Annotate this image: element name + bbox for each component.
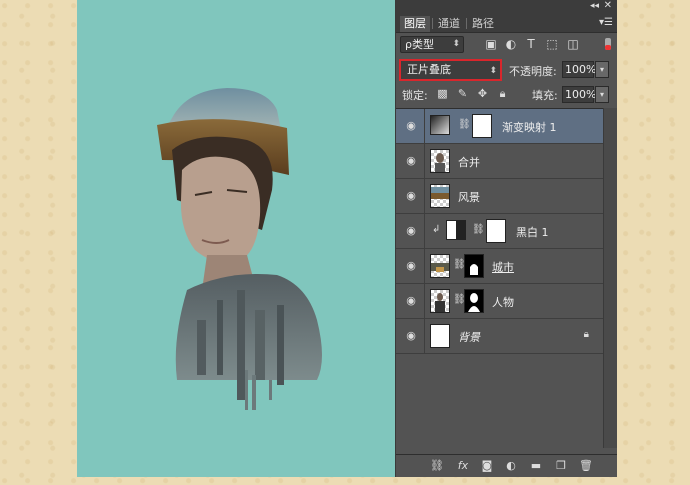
panel-top-strip: ◂◂ ✕	[396, 0, 617, 14]
layer-row[interactable]: ◉ ⛓ 城市	[396, 249, 604, 284]
tab-divider	[466, 18, 467, 29]
eye-column-divider	[424, 179, 425, 214]
filter-kind-select[interactable]: ρ类型 ⬍	[400, 36, 464, 53]
layer-row[interactable]: ◉ ⛓ 渐变映射 1	[396, 109, 604, 144]
layers-bottom-toolbar: ⛓ fx ◙ ◐ ▬ ❐ 🗑︎	[396, 454, 617, 477]
blend-mode-select[interactable]: 正片叠底 ⬍	[399, 59, 502, 81]
layer-name[interactable]: 渐变映射 1	[502, 119, 557, 135]
tab-channels[interactable]: 通道	[434, 16, 464, 32]
type-filter-icon[interactable]: T	[524, 37, 538, 51]
layer-row[interactable]: ◉ 风景	[396, 179, 604, 214]
layer-name[interactable]: 城市	[492, 259, 514, 275]
link-chain-icon: ⛓	[453, 294, 466, 305]
eye-column-divider	[424, 284, 425, 319]
lock-label: 锁定:	[402, 89, 428, 102]
layer-row[interactable]: ◉ 背景 🔒︎	[396, 319, 604, 354]
gradient-map-icon	[430, 115, 450, 135]
double-exposure-artwork	[157, 88, 322, 410]
black-white-adjustment-icon	[446, 220, 466, 240]
chevron-updown-icon: ⬍	[452, 39, 460, 49]
layer-mask-thumbnail[interactable]	[464, 289, 484, 313]
layer-mask-thumbnail[interactable]	[472, 114, 492, 138]
lock-all-icon[interactable]: 🔒︎	[496, 87, 509, 100]
opacity-label: 不透明度:	[509, 65, 557, 78]
layer-name[interactable]: 黑白 1	[516, 224, 549, 240]
layer-name[interactable]: 合并	[458, 154, 480, 170]
layer-row[interactable]: ◉ ⛓ 人物	[396, 284, 604, 319]
close-icon[interactable]: ✕	[604, 0, 612, 11]
layer-name[interactable]: 背景	[458, 329, 480, 345]
fill-label: 填充:	[532, 89, 558, 102]
layer-thumbnail	[430, 289, 450, 313]
layer-thumbnail	[430, 149, 450, 173]
layer-thumbnail	[430, 254, 450, 278]
clipping-arrow-icon: ↲	[432, 224, 441, 235]
layer-row[interactable]: ◉ ↲ ⛓ 黑白 1	[396, 214, 604, 249]
link-chain-icon: ⛓	[453, 259, 466, 270]
opacity-input[interactable]: 100%	[562, 61, 596, 78]
eye-icon[interactable]: ◉	[404, 259, 418, 273]
layer-filter-row: ρ类型 ⬍ ▣ ◐ T ⬚ ◫	[396, 33, 617, 57]
layer-row[interactable]: ◉ 合并	[396, 144, 604, 179]
double-chevron-icon[interactable]: ◂◂	[590, 1, 599, 11]
layer-name[interactable]: 人物	[492, 294, 514, 310]
pixel-filter-icon[interactable]: ▣	[484, 37, 498, 51]
layers-panel: ◂◂ ✕ 图层 通道 路径 ▾☰ ρ类型 ⬍ ▣ ◐ T ⬚ ◫ 正片叠底 ⬍ …	[395, 0, 617, 477]
layer-mask-thumbnail[interactable]	[464, 254, 484, 278]
lock-icon: 🔒︎	[583, 329, 589, 340]
blend-row: 正片叠底 ⬍ 不透明度: 100% ▾	[396, 58, 617, 82]
eye-column-divider	[424, 249, 425, 284]
tab-paths[interactable]: 路径	[468, 16, 498, 32]
filter-toggle[interactable]	[605, 38, 611, 50]
lock-row: 锁定: ▩ ✎ ✥ 🔒︎ 填充: 100% ▾	[396, 85, 617, 105]
eye-icon[interactable]: ◉	[404, 189, 418, 203]
chevron-updown-icon: ⬍	[489, 66, 497, 76]
opacity-dropdown-icon[interactable]: ▾	[595, 61, 609, 78]
lock-transparent-icon[interactable]: ▩	[436, 87, 449, 100]
eye-column-divider	[424, 109, 425, 144]
panel-menu-icon[interactable]: ▾☰	[599, 17, 613, 28]
layers-scrollbar[interactable]	[603, 108, 617, 448]
lock-pixels-icon[interactable]: ✎	[456, 87, 469, 100]
layer-thumbnail	[430, 184, 450, 208]
adjustment-icon[interactable]: ◐	[504, 459, 518, 473]
eye-icon[interactable]: ◉	[404, 294, 418, 308]
fill-dropdown-icon[interactable]: ▾	[595, 86, 609, 103]
eye-icon[interactable]: ◉	[404, 119, 418, 133]
link-icon[interactable]: ⛓	[430, 459, 444, 473]
link-chain-icon: ⛓	[458, 119, 471, 130]
smart-object-filter-icon[interactable]: ◫	[566, 37, 580, 51]
blend-mode-label: 正片叠底	[407, 63, 451, 76]
add-mask-icon[interactable]: ◙	[480, 459, 494, 473]
shape-filter-icon[interactable]: ⬚	[545, 37, 559, 51]
eye-column-divider	[424, 144, 425, 179]
lock-position-icon[interactable]: ✥	[476, 87, 489, 100]
group-folder-icon[interactable]: ▬	[529, 459, 543, 473]
fill-input[interactable]: 100%	[562, 86, 596, 103]
tab-layers[interactable]: 图层	[400, 16, 430, 32]
layer-name[interactable]: 风景	[458, 189, 480, 205]
eye-column-divider	[424, 214, 425, 249]
layers-list: ◉ ⛓ 渐变映射 1 ◉ 合并 ◉ 风景 ◉ ↲ ⛓ 黑白 1 ◉ ⛓ 城市 ◉…	[396, 108, 617, 359]
eye-icon[interactable]: ◉	[404, 154, 418, 168]
fx-icon[interactable]: fx	[456, 459, 470, 473]
filter-kind-label: ρ类型	[405, 38, 434, 51]
layer-thumbnail	[430, 324, 450, 348]
eye-column-divider	[424, 319, 425, 354]
adjustment-filter-icon[interactable]: ◐	[504, 37, 518, 51]
document-canvas[interactable]	[77, 0, 395, 477]
tab-divider	[432, 18, 433, 29]
eye-icon[interactable]: ◉	[404, 329, 418, 343]
trash-icon[interactable]: 🗑︎	[579, 459, 593, 473]
eye-icon[interactable]: ◉	[404, 224, 418, 238]
new-layer-icon[interactable]: ❐	[554, 459, 568, 473]
layer-mask-thumbnail[interactable]	[486, 219, 506, 243]
panel-tabs: 图层 通道 路径 ▾☰	[396, 14, 617, 33]
link-chain-icon: ⛓	[472, 224, 485, 235]
